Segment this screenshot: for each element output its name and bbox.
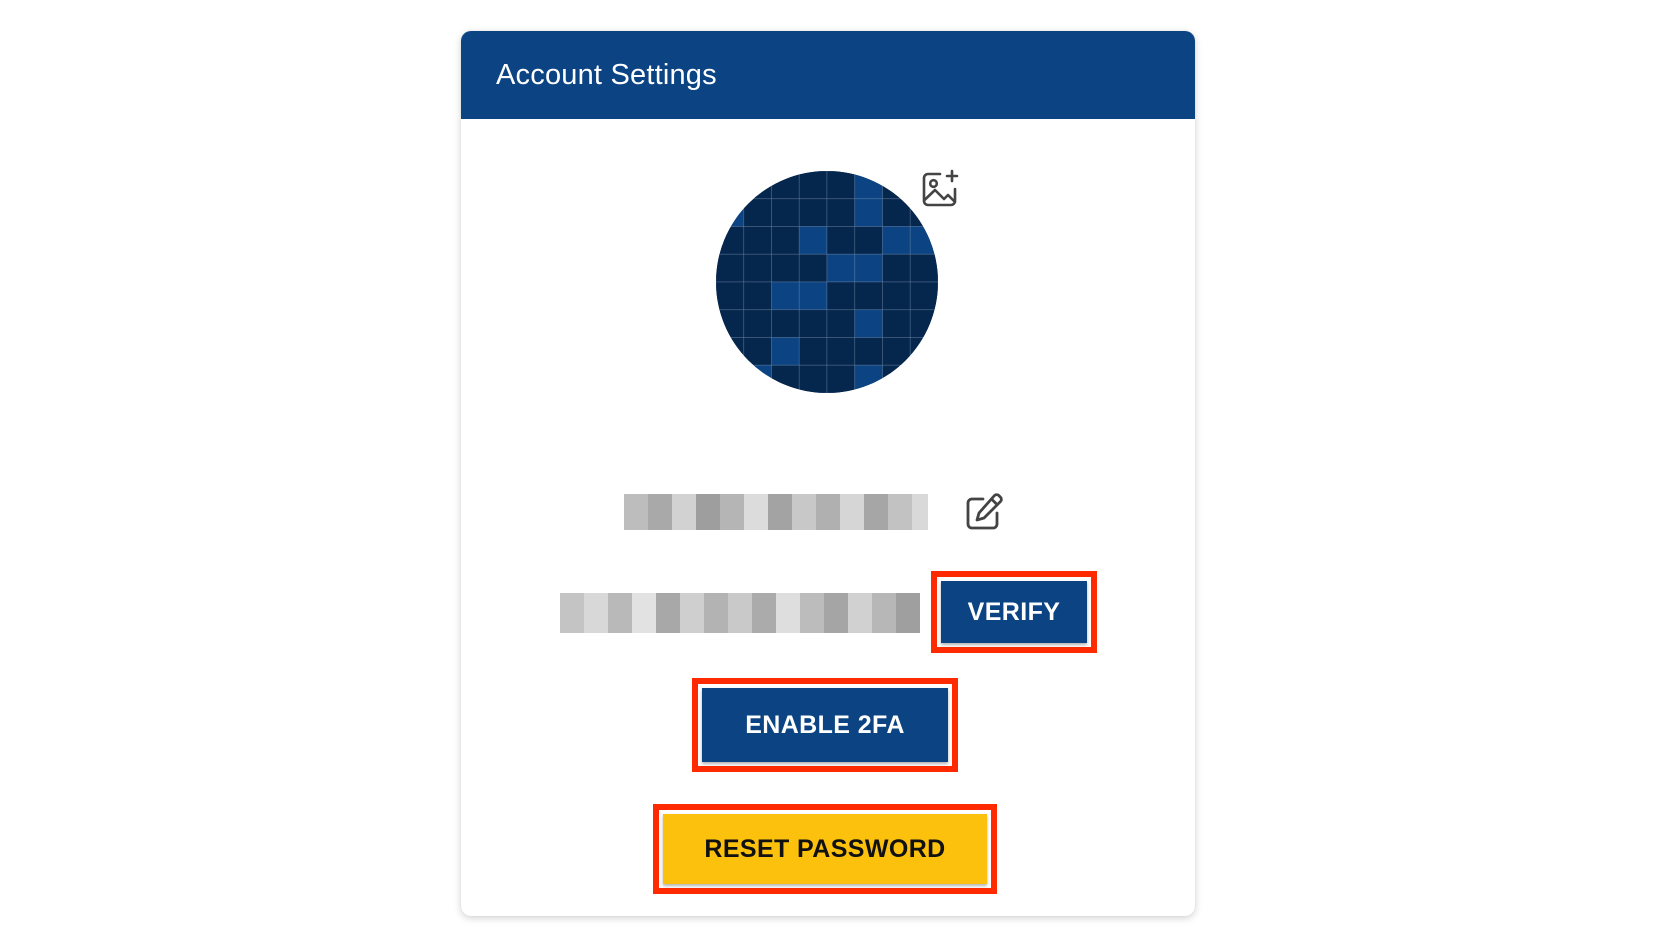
identicon-cell (826, 253, 856, 283)
identicon-cell (826, 198, 856, 227)
avatar-container (716, 171, 940, 395)
identicon-cell (909, 309, 938, 338)
identicon-cell (882, 281, 911, 311)
identicon-cell (743, 309, 772, 338)
card-header: Account Settings (461, 31, 1195, 119)
identicon-cell (771, 226, 800, 255)
identicon-cell (854, 281, 883, 311)
identicon-cell (826, 337, 856, 366)
identicon-cell (882, 198, 911, 227)
identicon-cell (854, 309, 883, 338)
identicon-cell (771, 281, 800, 311)
identicon-cell (771, 364, 800, 393)
identicon-cell (771, 171, 800, 200)
identicon-cell (743, 337, 772, 366)
identicon-cell (854, 198, 883, 227)
identicon-cell (716, 281, 745, 311)
identicon-cell (882, 309, 911, 338)
identicon-cell (882, 171, 911, 200)
identicon-cell (798, 171, 828, 200)
identicon-cell (854, 364, 883, 393)
verify-highlight: VERIFY (931, 571, 1097, 653)
identicon-cell (771, 198, 800, 227)
image-plus-icon (922, 169, 959, 207)
identicon-cell (826, 281, 856, 311)
identicon-cell (798, 337, 828, 366)
identicon-cell (854, 337, 883, 366)
reset-password-highlight: RESET PASSWORD (653, 804, 997, 894)
identicon-cell (854, 253, 883, 283)
account-settings-card: Account Settings VERIFY ENABLE 2FA RESET… (461, 31, 1195, 916)
identicon-cell (716, 364, 745, 393)
enable-2fa-highlight: ENABLE 2FA (692, 678, 958, 772)
identicon-cell (716, 198, 745, 227)
display-name-redacted (624, 494, 928, 530)
identicon-cell (743, 281, 772, 311)
identicon-cell (909, 226, 938, 255)
email-redacted (560, 593, 920, 633)
name-row (461, 486, 1195, 536)
avatar[interactable] (716, 171, 938, 393)
identicon-cell (826, 364, 856, 393)
verify-email-button[interactable]: VERIFY (941, 581, 1087, 643)
identicon-cell (882, 337, 911, 366)
identicon-cell (716, 171, 745, 200)
identicon-cell (882, 226, 911, 255)
reset-password-button[interactable]: RESET PASSWORD (663, 814, 987, 884)
identicon-cell (743, 253, 772, 283)
identicon-cell (716, 253, 745, 283)
edit-name-button[interactable] (961, 489, 1007, 535)
identicon-cell (771, 309, 800, 338)
identicon-cell (826, 226, 856, 255)
identicon-cell (798, 226, 828, 255)
identicon-cell (716, 226, 745, 255)
edit-square-icon (966, 493, 1003, 530)
identicon-cell (826, 171, 856, 200)
identicon-cell (909, 364, 938, 393)
identicon-cell (771, 253, 800, 283)
identicon-cell (743, 364, 772, 393)
identicon-cell (909, 253, 938, 283)
identicon-cell (882, 253, 911, 283)
identicon-cell (743, 226, 772, 255)
identicon-image (716, 171, 938, 393)
identicon-cell (854, 171, 883, 200)
identicon-cell (798, 253, 828, 283)
identicon-cell (743, 198, 772, 227)
identicon-cell (743, 171, 772, 200)
identicon-cell (882, 364, 911, 393)
identicon-cell (798, 281, 828, 311)
identicon-cell (909, 337, 938, 366)
identicon-cell (826, 309, 856, 338)
identicon-cell (798, 198, 828, 227)
identicon-cell (854, 226, 883, 255)
identicon-cell (716, 337, 745, 366)
identicon-cell (909, 281, 938, 311)
enable-2fa-button[interactable]: ENABLE 2FA (702, 688, 948, 762)
identicon-cell (771, 337, 800, 366)
identicon-cell (716, 309, 745, 338)
identicon-cell (798, 364, 828, 393)
change-photo-button[interactable] (918, 167, 962, 211)
card-title: Account Settings (496, 58, 717, 91)
email-row: VERIFY (461, 571, 1195, 653)
identicon-cell (798, 309, 828, 338)
